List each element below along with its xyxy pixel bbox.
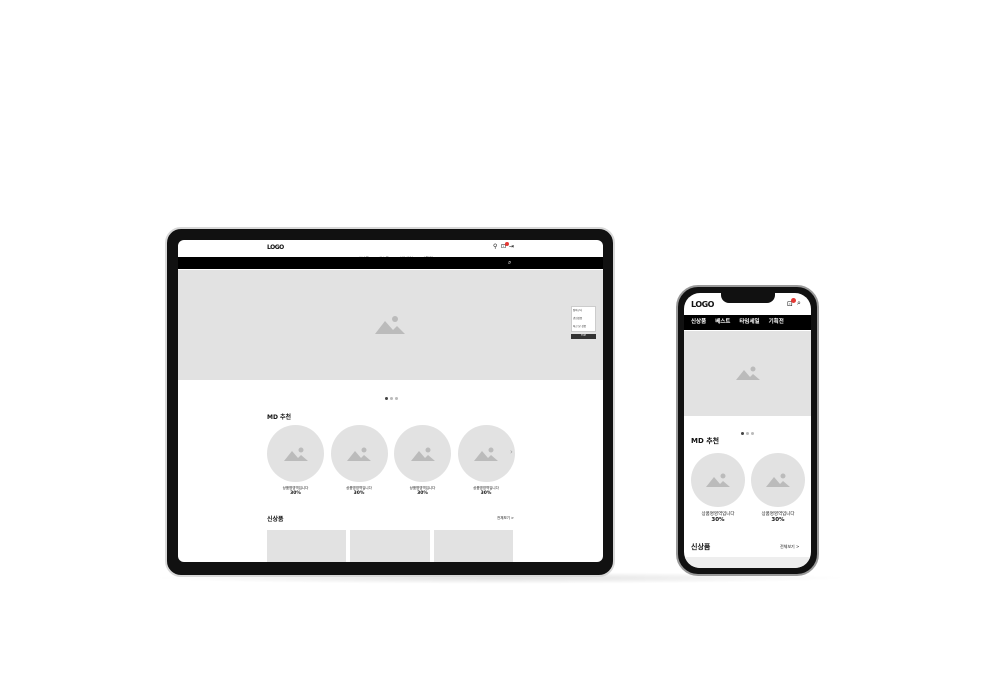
product-discount: 30% [353, 491, 365, 496]
product-image[interactable] [691, 453, 745, 507]
product-image[interactable] [330, 425, 388, 482]
logo[interactable]: LOGO [267, 244, 284, 251]
main-nav: 신상품 베스트 타임세일 기획전 [684, 315, 811, 330]
image-placeholder-icon [474, 447, 498, 461]
quick-menu-item[interactable]: 최근 본 상품 [573, 324, 594, 332]
product-discount: 30% [417, 491, 428, 496]
md-section-title: MD 추천 [267, 414, 292, 421]
image-placeholder-icon [766, 473, 790, 487]
quick-menu-item[interactable]: 관심상품 [573, 316, 594, 324]
product-item[interactable]: 상품명영역입니다 30% [267, 425, 324, 496]
product-item[interactable]: 상품명영역입니다 30% [394, 425, 451, 496]
next-arrow-icon[interactable]: › [510, 448, 513, 456]
product-discount: 30% [771, 517, 785, 523]
quick-menu: 장바구니 관심상품 최근 본 상품 [571, 306, 596, 332]
tablet-screen: LOGO 신상품베스트타임세일기획전 ⚲ ⊡ ⇥ 패션의류/잡화/뷰티패션잡화/… [178, 240, 603, 562]
nav-item[interactable]: 신상품 [691, 319, 706, 326]
md-section-title: MD 추천 [691, 437, 720, 445]
product-item[interactable]: 상품명영역입니다 30% [330, 425, 388, 496]
view-all-link[interactable]: 전체보기 > [780, 544, 799, 550]
product-item[interactable]: 상품명영역입니다 30% [457, 425, 515, 496]
product-discount: 30% [711, 517, 725, 523]
view-all-link[interactable]: 전체보기 > [497, 516, 514, 521]
phone-screen: LOGO ⊡ ⌕ 신상품 베스트 타임세일 기획전 MD 추천 상품명영역입니다 30… [684, 293, 811, 568]
search-icon[interactable]: ⌕ [508, 259, 511, 267]
tablet-device: LOGO 신상품베스트타임세일기획전 ⚲ ⊡ ⇥ 패션의류/잡화/뷰티패션잡화/… [165, 227, 615, 577]
image-placeholder-icon [375, 316, 405, 334]
search-icon[interactable]: ⌕ [797, 299, 801, 308]
product-image[interactable] [394, 425, 451, 482]
cart-badge [791, 298, 796, 303]
main-banner[interactable]: 장바구니 관심상품 최근 본 상품 TOP [178, 270, 603, 380]
image-placeholder-icon [706, 473, 730, 487]
quick-menu-item[interactable]: 장바구니 [573, 308, 594, 316]
new-section-title: 신상품 [267, 516, 284, 523]
category-bar: 패션의류/잡화/뷰티패션잡화/슈즈가구/인테리어유아동화장품/향수생활/건강스포… [178, 257, 603, 276]
banner-pagination[interactable] [384, 385, 399, 404]
nav-item[interactable]: 베스트 [715, 319, 730, 326]
product-discount: 30% [480, 491, 492, 496]
product-image[interactable] [457, 425, 515, 482]
image-placeholder-icon [347, 447, 371, 461]
product-item[interactable]: 상품명영역입니다 30% [691, 453, 745, 523]
main-banner[interactable] [684, 331, 811, 416]
logout-icon[interactable]: ⇥ [509, 243, 514, 250]
banner-pagination[interactable] [740, 420, 755, 439]
product-item[interactable]: 상품명영역입니다 30% [751, 453, 805, 523]
new-product-card[interactable] [350, 530, 430, 562]
new-product-card[interactable] [684, 557, 811, 568]
logo[interactable]: LOGO [691, 300, 714, 309]
product-discount: 30% [290, 491, 301, 496]
new-product-card[interactable] [267, 530, 346, 562]
top-button[interactable]: TOP [571, 334, 596, 339]
image-placeholder-icon [410, 447, 435, 461]
notch [721, 293, 775, 303]
product-image[interactable] [267, 425, 324, 482]
phone-device: LOGO ⊡ ⌕ 신상품 베스트 타임세일 기획전 MD 추천 상품명영역입니다 30… [676, 285, 819, 576]
product-image[interactable] [751, 453, 805, 507]
nav-item[interactable]: 타임세일 [739, 319, 759, 326]
image-placeholder-icon [283, 447, 308, 461]
user-icon[interactable]: ⚲ [493, 243, 497, 250]
new-section-title: 신상품 [691, 543, 711, 551]
image-placeholder-icon [736, 366, 760, 380]
nav-item[interactable]: 기획전 [769, 319, 784, 326]
new-product-card[interactable] [434, 530, 513, 562]
